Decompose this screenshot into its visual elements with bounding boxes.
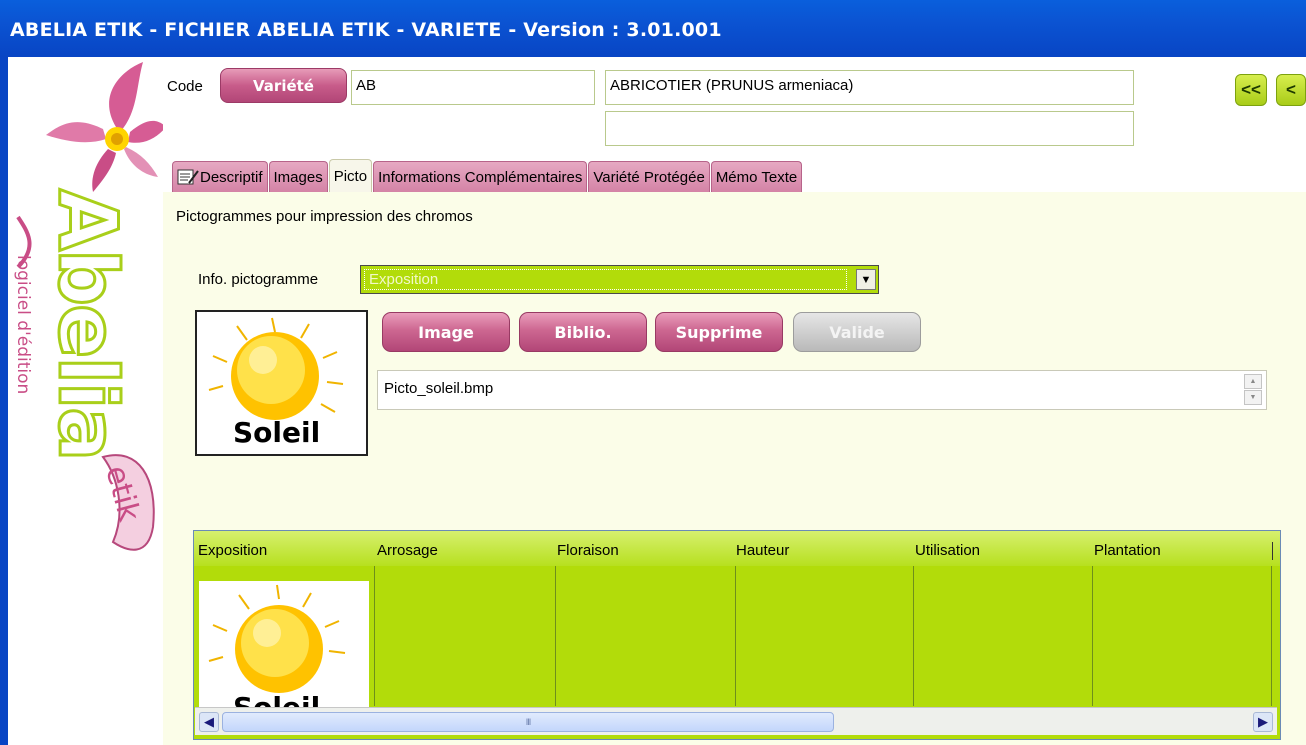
image-button[interactable]: Image [382,312,510,352]
logo-tagline: logiciel d'édition [13,255,33,394]
column-header[interactable]: Hauteur [736,542,789,559]
variete-button[interactable]: Variété [220,68,347,103]
scroll-up-icon[interactable]: ▲ [1244,374,1262,389]
scroll-down-icon[interactable]: ▼ [1244,390,1262,405]
scroll-thumb[interactable]: III [222,712,834,732]
tab-label: Images [273,168,323,186]
picto-caption: Soleil [233,416,321,449]
filename-field[interactable]: Picto_soleil.bmp ▲ ▼ [377,370,1267,410]
dropdown-arrow-icon[interactable]: ▼ [856,269,876,290]
picto-preview: Soleil [195,310,368,456]
flower-icon [46,62,163,192]
tab-descriptif[interactable]: Descriptif [172,161,268,192]
info-pictogramme-select[interactable]: Exposition ▼ [360,265,879,294]
valide-button[interactable]: Valide [793,312,921,352]
column-divider [1271,566,1272,706]
code-field[interactable]: AB [351,70,595,105]
variety-name2-field[interactable] [605,111,1134,146]
window-left-border [0,57,8,745]
filename-scrollbar[interactable]: ▲ ▼ [1244,374,1262,406]
tab-informations[interactable]: Informations Complémentaires [373,161,588,192]
scroll-grip: III [525,717,531,727]
column-divider [913,566,914,706]
tab-label: Mémo Texte [715,168,798,186]
supprime-button[interactable]: Supprime [655,312,783,352]
abelia-logo: Abelia logiciel d'édition etik [13,62,163,551]
logo-brand: Abelia [41,189,134,459]
tab-bar: Descriptif Images Picto Informations Com… [172,159,803,192]
panel-caption: Pictogrammes pour impression des chromos [176,208,473,225]
biblio-button[interactable]: Biblio. [519,312,647,352]
tab-variete-protegee[interactable]: Variété Protégée [588,161,710,192]
tab-label: Descriptif [200,168,263,186]
column-divider [555,566,556,706]
window-title: ABELIA ETIK - FICHIER ABELIA ETIK - VARI… [10,19,722,41]
tab-label: Informations Complémentaires [378,168,583,186]
tab-memo-texte[interactable]: Mémo Texte [710,161,803,192]
tab-picto[interactable]: Picto [328,159,373,192]
title-bar: ABELIA ETIK - FICHIER ABELIA ETIK - VARI… [0,0,1306,57]
column-divider [1092,566,1093,706]
first-record-button[interactable]: << [1235,74,1267,106]
variety-name-field[interactable]: ABRICOTIER (PRUNUS armeniaca) [605,70,1134,105]
tab-images[interactable]: Images [268,161,328,192]
previous-record-button[interactable]: < [1276,74,1306,106]
tab-label: Variété Protégée [593,168,705,186]
notepad-icon [177,169,199,185]
scroll-left-icon[interactable]: ◀ [199,712,219,732]
column-header[interactable]: Arrosage [377,542,438,559]
tab-label: Picto [333,167,368,185]
column-header[interactable]: Utilisation [915,542,980,559]
scroll-right-icon[interactable]: ▶ [1253,712,1273,732]
code-label: Code [167,78,203,95]
horizontal-scrollbar[interactable]: ◀ III ▶ [195,707,1277,735]
column-header[interactable]: Floraison [557,542,619,559]
grid-header: Exposition Arrosage Floraison Hauteur Ut… [194,531,1280,566]
column-divider [1272,542,1273,560]
info-pictogramme-label: Info. pictogramme [198,271,319,288]
column-divider [735,566,736,706]
filename-text: Picto_soleil.bmp [384,380,494,397]
select-value: Exposition [364,269,847,290]
exposition-cell-image[interactable]: Soleil [199,581,369,711]
column-header[interactable]: Exposition [198,542,267,559]
picto-grid: Exposition Arrosage Floraison Hauteur Ut… [193,530,1281,740]
column-divider [374,566,375,706]
column-header[interactable]: Plantation [1094,542,1161,559]
